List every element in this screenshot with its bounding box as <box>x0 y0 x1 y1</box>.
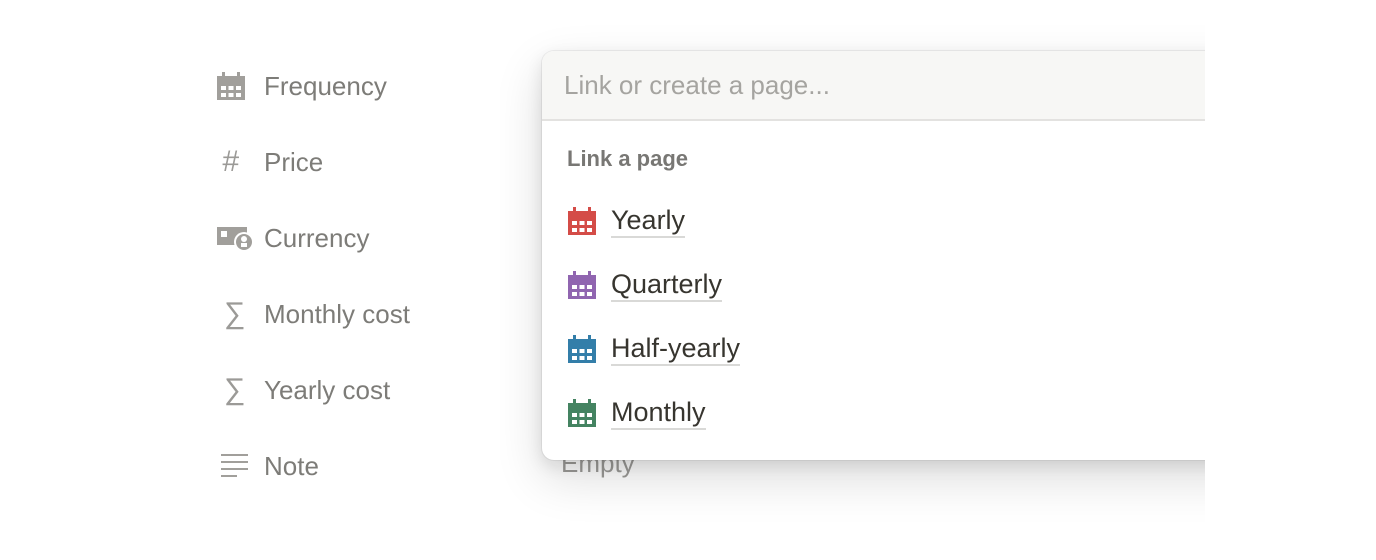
property-price[interactable]: # Price <box>216 124 516 200</box>
option-label: Half-yearly <box>611 333 741 366</box>
option-monthly[interactable]: Monthly <box>567 393 706 433</box>
calendar-icon <box>568 207 596 235</box>
calendar-icon <box>216 70 256 102</box>
property-note[interactable]: Note <box>216 428 516 504</box>
calendar-icon <box>568 271 596 299</box>
property-monthly-cost[interactable]: ∑ Monthly cost <box>216 276 516 352</box>
option-yearly[interactable]: Yearly <box>567 201 686 241</box>
option-quarterly[interactable]: Quarterly <box>567 265 723 305</box>
link-page-search-input[interactable] <box>562 68 1166 102</box>
link-page-popup-viewport: Link a page Yearly Quarterly Half-yearly… <box>500 20 1205 540</box>
section-label: Link a page <box>567 146 689 171</box>
hash-icon: # <box>222 145 239 178</box>
option-half-yearly[interactable]: Half-yearly <box>567 329 741 369</box>
property-label: Yearly cost <box>264 374 391 405</box>
link-page-popup: Link a page Yearly Quarterly Half-yearly… <box>542 51 1205 460</box>
property-currency[interactable]: Currency <box>216 200 516 276</box>
property-yearly-cost[interactable]: ∑ Yearly cost <box>216 352 516 428</box>
option-label: Yearly <box>611 205 686 238</box>
option-label: Monthly <box>611 397 706 430</box>
property-label: Price <box>264 146 324 177</box>
property-label: Currency <box>264 222 370 253</box>
sigma-icon: ∑ <box>224 297 246 330</box>
property-label: Monthly cost <box>264 298 410 329</box>
property-frequency[interactable]: Frequency <box>216 48 516 124</box>
currency-icon <box>216 222 256 254</box>
calendar-icon <box>568 335 596 363</box>
property-label: Note <box>264 450 319 481</box>
sigma-icon: ∑ <box>224 373 246 406</box>
search-area <box>542 51 1205 121</box>
text-lines-icon <box>216 450 256 482</box>
property-label: Frequency <box>264 70 387 101</box>
calendar-icon <box>568 399 596 427</box>
option-label: Quarterly <box>611 269 723 302</box>
